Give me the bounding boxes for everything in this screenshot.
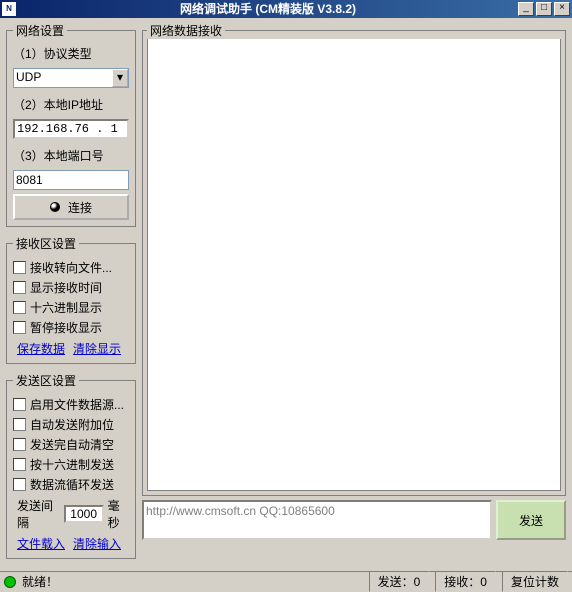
local-ip-label: （2）本地IP地址 bbox=[13, 96, 129, 113]
interval-label: 发送间隔 bbox=[17, 497, 60, 531]
local-port-input[interactable] bbox=[13, 170, 129, 190]
status-dot-icon bbox=[50, 202, 60, 212]
connect-button[interactable]: 连接 bbox=[13, 194, 129, 220]
maximize-button[interactable]: □ bbox=[536, 2, 552, 16]
chk-send-clear[interactable]: 发送完自动清空 bbox=[13, 436, 129, 453]
recv-settings-title: 接收区设置 bbox=[13, 235, 79, 252]
send-button[interactable]: 发送 bbox=[496, 500, 566, 540]
recv-settings-group: 接收区设置 接收转向文件... 显示接收时间 十六进制显示 暂停接收显示 保存数… bbox=[6, 235, 136, 364]
network-settings-title: 网络设置 bbox=[13, 22, 67, 39]
link-clear-display[interactable]: 清除显示 bbox=[73, 340, 121, 357]
net-recv-group: 网络数据接收 bbox=[142, 22, 566, 496]
chk-recv-hex[interactable]: 十六进制显示 bbox=[13, 299, 129, 316]
recv-textarea[interactable] bbox=[147, 39, 561, 491]
link-clear-input[interactable]: 清除输入 bbox=[73, 535, 121, 552]
chk-send-hex[interactable]: 按十六进制发送 bbox=[13, 456, 129, 473]
chk-recv-pause[interactable]: 暂停接收显示 bbox=[13, 319, 129, 336]
interval-input[interactable] bbox=[64, 505, 104, 523]
link-save-data[interactable]: 保存数据 bbox=[17, 340, 65, 357]
network-settings-group: 网络设置 （1）协议类型 UDP ▾ （2）本地IP地址 （3）本地端口号 连接 bbox=[6, 22, 136, 227]
status-recv: 接收：0 bbox=[435, 571, 496, 592]
local-port-label: （3）本地端口号 bbox=[13, 147, 129, 164]
net-recv-title: 网络数据接收 bbox=[147, 22, 225, 39]
chk-send-extra[interactable]: 自动发送附加位 bbox=[13, 416, 129, 433]
window-title: 网络调试助手 (CM精装版 V3.8.2) bbox=[20, 0, 516, 18]
chevron-down-icon[interactable]: ▾ bbox=[112, 69, 128, 87]
ready-icon bbox=[4, 576, 16, 588]
send-settings-group: 发送区设置 启用文件数据源... 自动发送附加位 发送完自动清空 按十六进制发送… bbox=[6, 372, 136, 559]
reset-count[interactable]: 复位计数 bbox=[502, 571, 568, 592]
chk-recv-tofile[interactable]: 接收转向文件... bbox=[13, 259, 129, 276]
protocol-label: （1）协议类型 bbox=[13, 45, 129, 62]
send-textarea[interactable]: http://www.cmsoft.cn QQ:10865600 bbox=[142, 500, 492, 540]
local-ip-input[interactable] bbox=[13, 119, 129, 139]
app-icon: N bbox=[2, 2, 16, 16]
chk-send-loop[interactable]: 数据流循环发送 bbox=[13, 476, 129, 493]
close-button[interactable]: × bbox=[554, 2, 570, 16]
send-settings-title: 发送区设置 bbox=[13, 372, 79, 389]
status-bar: 就绪！ 发送：0 接收：0 复位计数 bbox=[0, 571, 572, 591]
status-sent: 发送：0 bbox=[369, 571, 430, 592]
title-bar: N 网络调试助手 (CM精装版 V3.8.2) _ □ × bbox=[0, 0, 572, 18]
minimize-button[interactable]: _ bbox=[518, 2, 534, 16]
status-ready: 就绪！ bbox=[22, 573, 58, 590]
chk-recv-time[interactable]: 显示接收时间 bbox=[13, 279, 129, 296]
link-file-load[interactable]: 文件载入 bbox=[17, 535, 65, 552]
interval-unit: 毫秒 bbox=[108, 497, 129, 531]
protocol-select[interactable]: UDP ▾ bbox=[13, 68, 129, 88]
chk-send-file[interactable]: 启用文件数据源... bbox=[13, 396, 129, 413]
